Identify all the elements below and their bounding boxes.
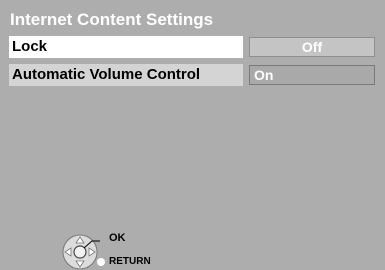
setting-row-lock[interactable]: Lock Off xyxy=(9,36,375,58)
page-title: Internet Content Settings xyxy=(10,10,214,29)
settings-screen: Internet Content Settings Lock Off Autom… xyxy=(0,0,385,270)
remote-control-hint: OK RETURN xyxy=(60,224,190,270)
setting-value-lock[interactable]: Off xyxy=(249,37,375,57)
setting-row-automatic-volume-control[interactable]: Automatic Volume Control On xyxy=(9,64,375,86)
setting-label-lock: Lock xyxy=(9,36,243,58)
return-hint-label: RETURN xyxy=(109,256,151,267)
dpad-ok-icon xyxy=(62,234,100,270)
setting-value-automatic-volume-control[interactable]: On xyxy=(249,65,375,85)
return-dot-icon xyxy=(97,258,105,266)
ok-hint-label: OK xyxy=(109,232,126,244)
setting-label-automatic-volume-control: Automatic Volume Control xyxy=(9,64,243,86)
